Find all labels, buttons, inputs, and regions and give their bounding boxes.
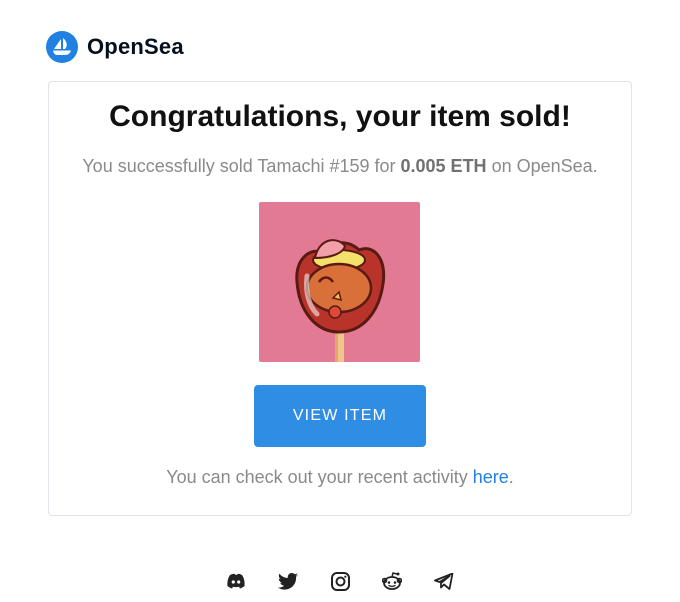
instagram-icon[interactable]	[329, 570, 351, 592]
brand-header: OpenSea	[46, 30, 184, 64]
reddit-icon[interactable]	[381, 570, 403, 592]
activity-link[interactable]: here	[473, 467, 509, 487]
sale-message-prefix: You successfully sold Tamachi #159 for	[82, 156, 401, 176]
sale-message-suffix: on OpenSea.	[486, 156, 598, 176]
sale-message: You successfully sold Tamachi #159 for 0…	[0, 156, 680, 177]
discord-icon[interactable]	[225, 570, 247, 592]
social-links	[0, 570, 680, 592]
brand-name: OpenSea	[87, 34, 184, 59]
activity-suffix: .	[508, 467, 514, 487]
activity-message: You can check out your recent activity h…	[0, 467, 680, 488]
view-item-button[interactable]: VIEW ITEM	[254, 385, 426, 447]
headline: Congratulations, your item sold!	[109, 100, 571, 133]
activity-prefix: You can check out your recent activity	[166, 467, 473, 487]
opensea-logo-icon	[46, 31, 78, 63]
sale-price: 0.005 ETH	[400, 156, 487, 176]
telegram-icon[interactable]	[433, 570, 455, 592]
item-image[interactable]	[259, 202, 420, 362]
twitter-icon[interactable]	[277, 570, 299, 592]
